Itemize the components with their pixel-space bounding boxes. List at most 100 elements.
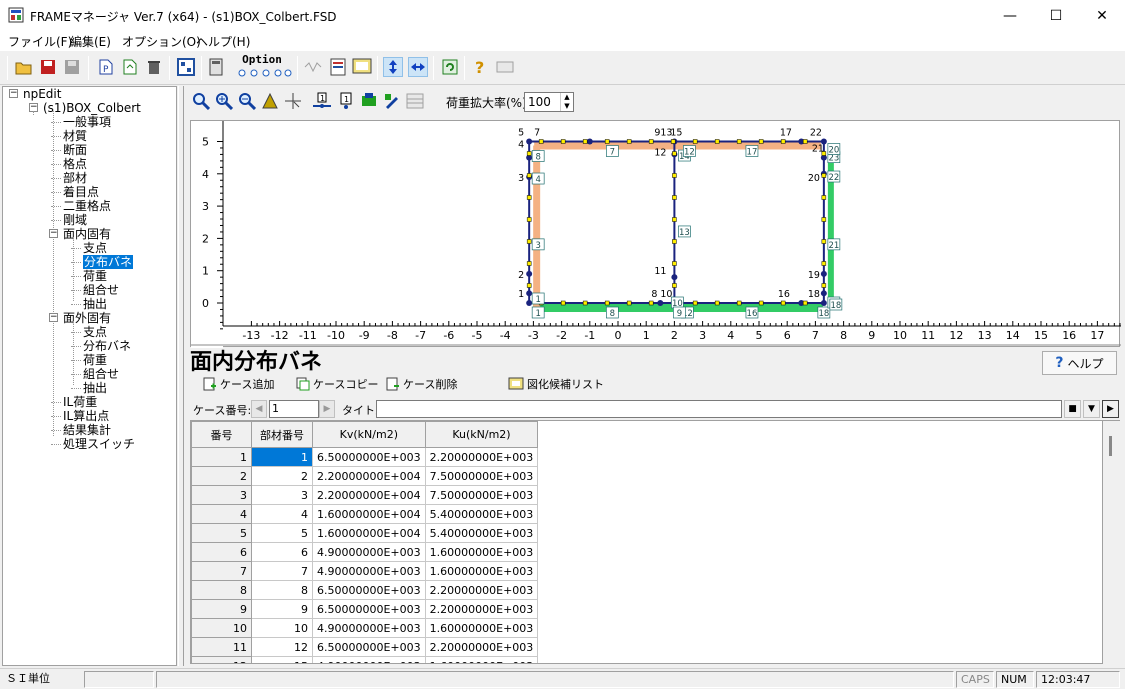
tree-expand-root[interactable]: − [9, 89, 18, 98]
table-cell[interactable]: 6.50000000E+003 [312, 447, 426, 467]
table-cell[interactable]: 1.60000000E+004 [312, 523, 426, 543]
support-icon[interactable] [359, 91, 379, 111]
table-cell[interactable]: 1.60000000E+003 [424, 561, 539, 581]
table-cell[interactable]: 4.90000000E+003 [312, 618, 426, 638]
table-row[interactable]: 2 2 2.20000000E+004 7.50000000E+003 [191, 466, 539, 486]
stop-button[interactable]: ■ [1064, 400, 1081, 418]
horizontal-arrows-icon[interactable] [408, 57, 428, 77]
tree-outplane-2[interactable]: 荷重 [83, 353, 107, 367]
column-header[interactable]: Kv(kN/m2) [312, 421, 426, 448]
help-button[interactable]: ? ヘルプ [1042, 351, 1117, 375]
table-row[interactable]: 5 5 1.60000000E+004 5.40000000E+003 [191, 523, 539, 543]
tree-item-7[interactable]: 剛域 [63, 213, 87, 227]
table-cell[interactable]: 4 [251, 504, 313, 524]
close-button[interactable]: ✕ [1079, 0, 1125, 31]
tree-outplane-4[interactable]: 抽出 [83, 381, 107, 395]
tree-item-0[interactable]: 一般事項 [63, 115, 111, 129]
table-cell[interactable]: 1.60000000E+003 [424, 656, 539, 663]
fit-icon[interactable] [260, 91, 280, 111]
help-icon[interactable]: ? [470, 57, 490, 77]
table-row[interactable]: 1 1 6.50000000E+003 2.20000000E+003 [191, 447, 539, 467]
case-prev-button[interactable]: ◀ [251, 400, 267, 418]
layout-icon[interactable] [176, 57, 196, 77]
tree-inplane[interactable]: 面内固有 [63, 227, 111, 241]
table-cell[interactable]: 2.20000000E+003 [424, 637, 539, 657]
tree-item-2[interactable]: 断面 [63, 143, 87, 157]
refresh-icon[interactable] [440, 57, 460, 77]
tree-outplane-1[interactable]: 分布バネ [83, 339, 131, 353]
table-cell[interactable]: 10 [251, 618, 313, 638]
save-red-icon[interactable] [38, 57, 58, 77]
wave-icon[interactable] [303, 57, 323, 77]
case-number-input[interactable]: 1 [269, 400, 319, 418]
table-cell[interactable]: 2.20000000E+004 [312, 466, 426, 486]
new-doc-icon[interactable]: P [96, 57, 116, 77]
table-cell[interactable]: 12 [251, 637, 313, 657]
menu-help[interactable]: ヘルプ(H) [196, 33, 250, 50]
menu-edit[interactable]: 編集(E) [70, 33, 111, 50]
table-row[interactable]: 8 8 6.50000000E+003 2.20000000E+003 [191, 580, 539, 600]
table-cell[interactable]: 2.20000000E+003 [424, 447, 539, 467]
column-header[interactable]: 番号 [191, 421, 252, 448]
table-cell[interactable]: 6.50000000E+003 [312, 599, 426, 619]
vertical-arrows-icon[interactable] [383, 57, 403, 77]
table-row[interactable]: 10 10 4.90000000E+003 1.60000000E+003 [191, 618, 539, 638]
tree-tail-2[interactable]: 結果集計 [63, 423, 111, 437]
table-cell[interactable]: 3 [251, 485, 313, 505]
table-cell[interactable]: 8 [251, 580, 313, 600]
table-row[interactable]: 12154.90000000E+0031.60000000E+003 [191, 656, 539, 663]
table-cell[interactable]: 4.90000000E+003 [312, 542, 426, 562]
pen-icon[interactable] [382, 91, 402, 111]
case-next-button[interactable]: ▶ [319, 400, 335, 418]
screen-icon[interactable] [352, 57, 372, 77]
copy-case-button[interactable]: ケースコピー [296, 376, 378, 392]
table-cell[interactable]: 15 [251, 656, 313, 663]
table-cell[interactable]: 4.90000000E+003 [312, 561, 426, 581]
play-button[interactable]: ▶ [1102, 400, 1119, 418]
tree-item-6[interactable]: 二重格点 [63, 199, 111, 213]
calculator-icon[interactable] [206, 57, 226, 77]
minimize-button[interactable]: — [987, 0, 1033, 31]
table-row[interactable]: 7 7 4.90000000E+003 1.60000000E+003 [191, 561, 539, 581]
menu-options[interactable]: オプション(O) [122, 33, 201, 50]
table-cell[interactable]: 2.20000000E+004 [312, 485, 426, 505]
zoom-out-icon[interactable] [237, 91, 257, 111]
tree-inplane-1[interactable]: 分布バネ [83, 255, 134, 269]
frame-diagram[interactable]: 5 4 3 2 1 0 -13 -12 -11 -10 -9 -8 -7 -6 -5 -4 -3 -2 -1 0 1 2 3… [190, 120, 1121, 348]
tree-outplane[interactable]: 面外固有 [63, 311, 111, 325]
tree-inplane-4[interactable]: 抽出 [83, 297, 107, 311]
member-number-icon[interactable]: 1 [312, 91, 332, 111]
table-cell[interactable]: 1.60000000E+003 [424, 542, 539, 562]
spinner-arrows[interactable]: ▲ ▼ [560, 93, 573, 111]
table-cell[interactable]: 6.50000000E+003 [312, 637, 426, 657]
table-cell[interactable]: 2 [251, 466, 313, 486]
tree-item-3[interactable]: 格点 [63, 157, 87, 171]
tree-expand-inplane[interactable]: − [49, 229, 58, 238]
menu-file[interactable]: ファイル(F) [8, 33, 72, 50]
table-cell[interactable]: 5.40000000E+003 [424, 523, 539, 543]
tree-inplane-2[interactable]: 荷重 [83, 269, 107, 283]
table-cell[interactable]: 7.50000000E+003 [424, 485, 539, 505]
tree-item-5[interactable]: 着目点 [63, 185, 99, 199]
table-row[interactable]: 11 12 6.50000000E+003 2.20000000E+003 [191, 637, 539, 657]
tree-tail-3[interactable]: 処理スイッチ [63, 437, 135, 451]
column-header[interactable]: Ku(kN/m2) [424, 421, 539, 448]
node-number-icon[interactable]: 1 [336, 91, 356, 111]
table-row[interactable]: 3 3 2.20000000E+004 7.50000000E+003 [191, 485, 539, 505]
column-header[interactable]: 部材番号 [251, 421, 313, 448]
tree-item-1[interactable]: 材質 [63, 129, 87, 143]
trash-icon[interactable] [144, 57, 164, 77]
maximize-button[interactable]: ☐ [1033, 0, 1079, 31]
table-cell[interactable]: 5.40000000E+003 [424, 504, 539, 524]
table-cell[interactable]: 1 [251, 447, 313, 467]
table-cell[interactable]: 4.90000000E+003 [312, 656, 426, 663]
table-cell[interactable]: 1.60000000E+004 [312, 504, 426, 524]
splitter[interactable] [178, 86, 184, 666]
candidate-list-button[interactable]: 図化候補リスト [508, 376, 604, 392]
title-input[interactable] [376, 400, 1062, 418]
tree-file[interactable]: (s1)BOX_Colbert [43, 101, 141, 115]
table-cell[interactable]: 5 [251, 523, 313, 543]
dropdown-button[interactable]: ▼ [1083, 400, 1100, 418]
tree-outplane-0[interactable]: 支点 [83, 325, 107, 339]
report-icon[interactable] [328, 57, 348, 77]
